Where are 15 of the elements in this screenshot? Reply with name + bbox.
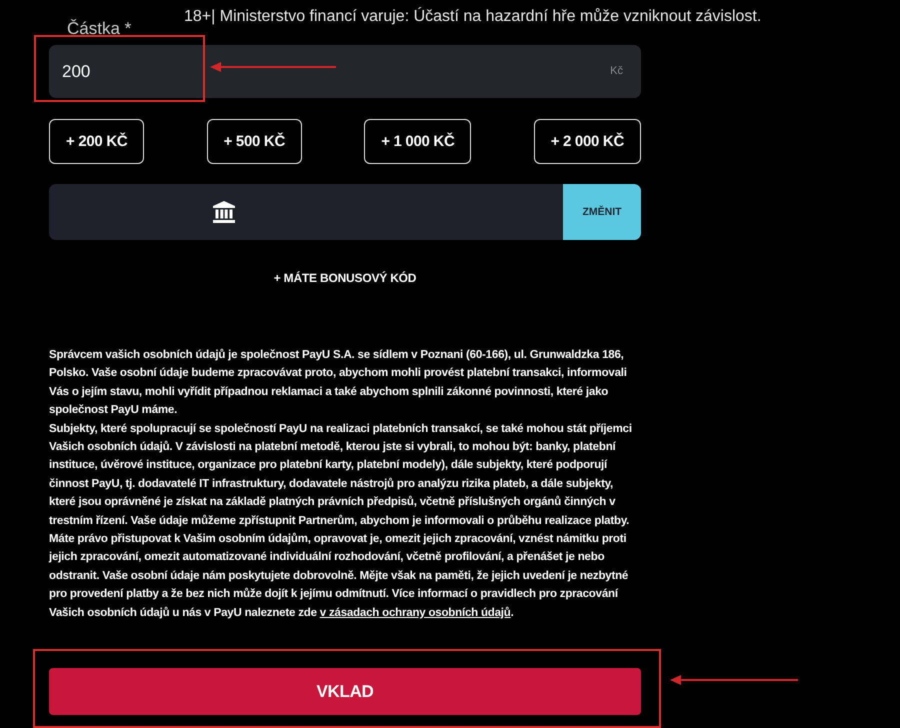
- gambling-warning: 18+| Ministerstvo financí varuje: Účastí na hazardní hře může vzniknout závislost.: [184, 7, 762, 27]
- privacy-paragraph: Subjekty, které spolupracují se společností PayU na realizaci platebních transakcí, se také mohou stát příjemci Vašich osobních údajů. V závislosti na platební metodě, kterou jste si vybrali, to mohou být: banky, platební instituce, úvěrové instituce, organizace pro platební karty, platební modely), dále subjekty, které podporují činnost PayU, tj. dodavatelé IT infrastruktury, dodavatele nástrojů pro analýzu rizika plateb, a dále subjekty, které jsou oprávněné je získat na základě platných právních předpisů, včetně příslušných orgánů činných v trestním řízení. Vaše údaje můžeme zpřístupnit Partnerům, abychom je informovali o průběhu realizace platby.: [49, 422, 633, 529]
- privacy-policy-link[interactable]: v zásadach ochrany osobních údajů: [320, 606, 511, 619]
- quick-amount-button[interactable]: + 200 KČ: [49, 119, 144, 164]
- quick-amount-button[interactable]: + 500 KČ: [206, 119, 302, 164]
- privacy-paragraph: Správcem vašich osobních údajů je společnost PayU S.A. se sídlem v Poznani (60-166), ul. Grunwaldzka 186, Polsko. Vaše osobní údaje budeme zpracovávat proto, abychom mohli provést platební transakci, informovali Vás o jejím stavu, mohli vyřídit případnou reklamaci a také abychom splnili zákonné povinnosti, které jako společnost PayU máme.: [49, 348, 628, 418]
- quick-amount-button[interactable]: + 1 000 KČ: [364, 119, 472, 164]
- currency-label: Kč: [610, 65, 623, 78]
- privacy-paragraph: Máte právo přistupovat k Vašim osobním údajům, opravovat je, omezit jejich zpracování, vznést námitku proti jejich zpracování, omezit automatizované individuální rozhodování, včetně profilování, a přenášet je nebo odstranit. Vaše osobní údaje nám poskytujete dobrovolně. Mějte však na paměti, že jejich uvedení je nezbytné pro provedení platby a že bez nich může dojít k jejímu odmítnutí. Více informací o pravidlech pro zpracování Vašich osobních údajů u nás v PayU naleznete zde v zásadach ochrany osobních údajů.: [49, 532, 630, 621]
- amount-label: Částka *: [67, 18, 132, 40]
- bonus-code-link[interactable]: + MÁTE BONUSOVÝ KÓD: [274, 270, 416, 286]
- change-button[interactable]: ZMĚNIT: [563, 184, 641, 240]
- quick-amount-button[interactable]: + 2 000 KČ: [534, 119, 641, 164]
- deposit-button[interactable]: VKLAD: [49, 668, 641, 716]
- bank-icon: [213, 201, 235, 223]
